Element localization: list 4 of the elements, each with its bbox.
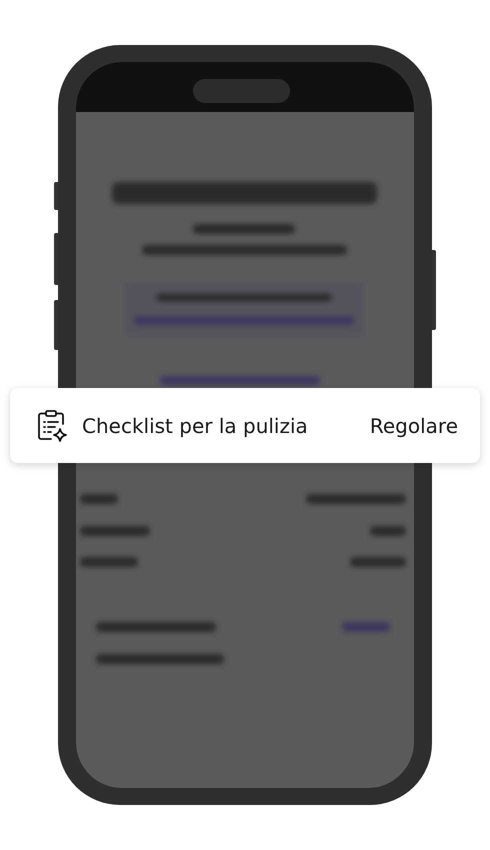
adjust-link[interactable]: Regolare <box>370 414 458 438</box>
card-label: Checklist per la pulizia <box>82 414 309 438</box>
checklist-card[interactable]: Checklist per la pulizia Regolare <box>10 388 480 463</box>
clipboard-sparkle-icon <box>36 408 68 442</box>
